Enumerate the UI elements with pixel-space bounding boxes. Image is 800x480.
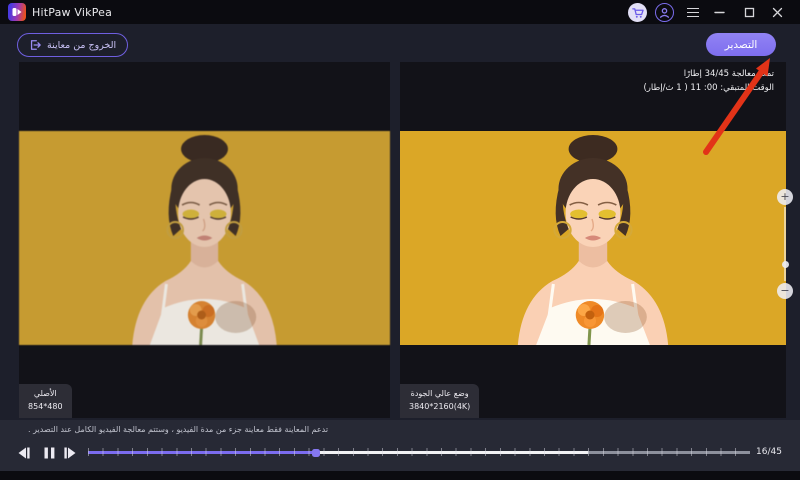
preview-hint: تدعم المعاينة فقط معاينة جزء من مدة الفي…: [28, 425, 328, 434]
video-enhanced: [400, 131, 786, 345]
step-forward-button[interactable]: [61, 444, 79, 462]
video-original: [19, 131, 390, 345]
export-button[interactable]: التصدير: [706, 33, 776, 56]
zoom-slider-track[interactable]: [784, 207, 786, 281]
app-title: HitPaw VikPea: [32, 6, 112, 19]
maximize-button[interactable]: [740, 3, 759, 22]
original-frame-image: [19, 131, 390, 345]
frame-counter: 16/45: [756, 447, 782, 457]
app-window: HitPaw VikPea: [0, 0, 800, 480]
account-button[interactable]: [655, 3, 674, 22]
playback-bar: تدعم المعاينة فقط معاينة جزء من مدة الفي…: [0, 420, 800, 471]
exit-preview-label: الخروج من معاينة: [47, 40, 116, 51]
processing-time-remaining: الوقت المتبقي: 00: 11 ( 1 ث/إطار): [643, 82, 774, 96]
pause-button[interactable]: [40, 444, 58, 462]
menu-button[interactable]: [683, 3, 702, 22]
zoom-slider-thumb[interactable]: [782, 261, 789, 268]
close-button[interactable]: [768, 3, 787, 22]
minimize-icon: [714, 7, 725, 18]
frame-tick-marks: [88, 448, 750, 456]
original-label-box: الأصلي 854*480: [19, 384, 72, 418]
hamburger-icon: [687, 8, 699, 18]
step-backward-button[interactable]: [15, 444, 33, 462]
progress-track[interactable]: [88, 451, 750, 454]
pane-original: الأصلي 854*480: [19, 62, 390, 418]
enhanced-frame-image: [400, 131, 786, 345]
zoom-in-button[interactable]: +: [777, 189, 793, 205]
step-forward-icon: [62, 446, 78, 460]
maximize-icon: [744, 7, 755, 18]
bottom-strip: [0, 471, 800, 480]
play-logo-icon: [12, 7, 22, 17]
cart-icon: [632, 7, 644, 19]
close-icon: [772, 7, 783, 18]
zoom-controls: + −: [777, 189, 794, 301]
processing-progress-text: تمت معالجة 34/45 إطارًا: [643, 68, 774, 82]
original-resolution: 854*480: [28, 401, 63, 413]
store-button[interactable]: [628, 3, 647, 22]
enhanced-label: وضع عالي الجودة: [409, 388, 470, 400]
enhanced-resolution: 3840*2160(4K): [409, 401, 470, 413]
processing-status: تمت معالجة 34/45 إطارًا الوقت المتبقي: 0…: [643, 68, 774, 95]
pane-enhanced: تمت معالجة 34/45 إطارًا الوقت المتبقي: 0…: [400, 62, 786, 418]
minimize-button[interactable]: [710, 3, 729, 22]
logout-icon: [29, 39, 41, 51]
titlebar: HitPaw VikPea: [0, 0, 800, 24]
app-logo: [8, 3, 26, 21]
zoom-out-button[interactable]: −: [777, 283, 793, 299]
original-label: الأصلي: [28, 388, 63, 400]
enhanced-label-box: وضع عالي الجودة 3840*2160(4K): [400, 384, 479, 418]
user-icon: [658, 6, 671, 19]
pause-icon: [43, 446, 56, 460]
step-backward-icon: [16, 446, 32, 460]
progress-thumb[interactable]: [312, 449, 320, 457]
exit-preview-button[interactable]: الخروج من معاينة: [17, 33, 128, 57]
